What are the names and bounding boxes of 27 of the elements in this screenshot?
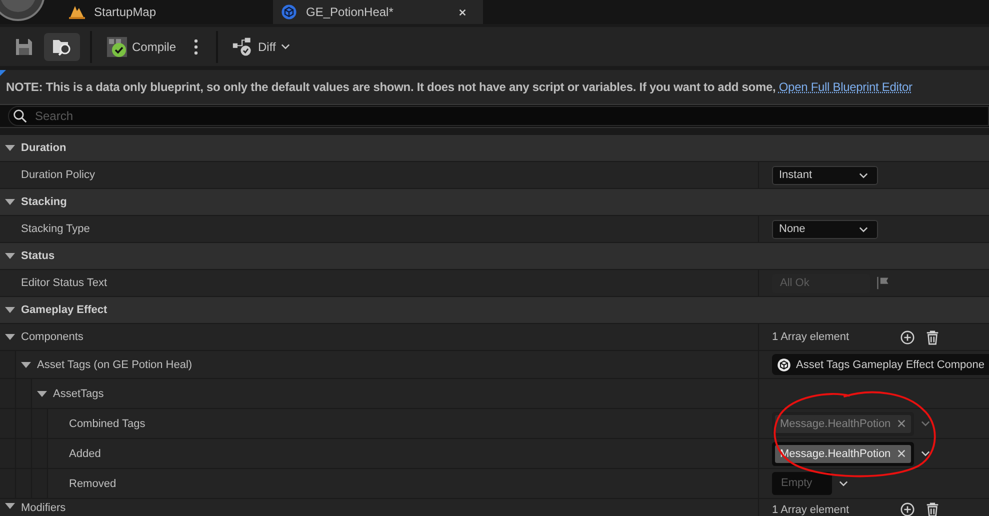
notice-text: NOTE: This is a data only blueprint, so only the default values are shown. It does not have any script or variables. If you want to add some, Open Full Blueprint Editor <box>6 80 912 94</box>
array-count: 1 Array element <box>772 504 850 516</box>
component-picker[interactable]: Asset Tags Gameplay Effect Compone <box>772 354 989 375</box>
property-label: Duration Policy <box>21 169 95 181</box>
property-label: Components <box>21 331 84 343</box>
property-label: Stacking Type <box>21 223 90 235</box>
dropdown[interactable]: Instant <box>772 166 878 184</box>
property-label: Asset Tags (on GE Potion Heal) <box>37 358 192 370</box>
property-label: Modifiers <box>21 502 66 514</box>
property-label: Combined Tags <box>69 418 146 430</box>
category-header[interactable]: Status <box>21 250 55 262</box>
search-field[interactable]: Search <box>8 106 989 126</box>
diff-button[interactable]: Diff <box>228 32 295 60</box>
property-label: AssetTags <box>53 388 104 400</box>
property-label: Editor Status Text <box>21 277 108 289</box>
editor-tab[interactable]: StartupMap <box>65 0 270 24</box>
tag-chip: Message.HealthPotion <box>775 414 911 432</box>
category-header[interactable]: Stacking <box>21 196 67 208</box>
array-count: 1 Array element <box>772 331 850 343</box>
category-header[interactable]: Duration <box>21 142 66 154</box>
dropdown[interactable]: None <box>772 220 878 238</box>
editor-tab[interactable]: GE_PotionHeal* <box>273 0 483 24</box>
editor-link[interactable]: Open Full Blueprint Editor <box>778 80 912 94</box>
property-label: Removed <box>69 478 116 490</box>
compile-button[interactable]: Compile <box>102 32 180 60</box>
property-label: Added <box>69 448 101 460</box>
category-header[interactable]: Gameplay Effect <box>21 304 108 316</box>
